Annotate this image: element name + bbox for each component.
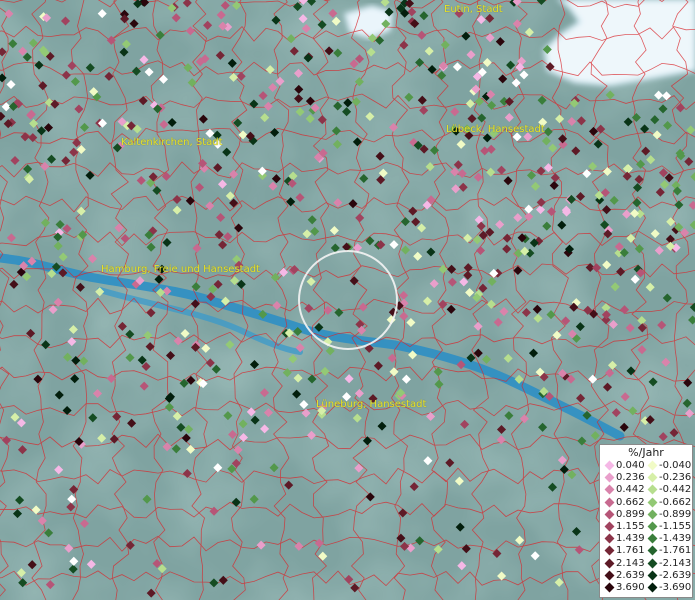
legend-label: 3.690 bbox=[616, 582, 645, 593]
legend-label: -3.690 bbox=[659, 582, 692, 593]
legend-label: 1.439 bbox=[616, 533, 645, 545]
legend-label: -1.155 bbox=[659, 521, 692, 532]
selection-ring[interactable] bbox=[298, 250, 398, 350]
legend-swatch bbox=[647, 497, 658, 508]
city-label-kaltenkirchen: Kaltenkirchen, Stadt bbox=[121, 137, 223, 148]
legend-label: -0.236 bbox=[659, 472, 692, 484]
legend-label: 2.143 bbox=[616, 557, 645, 569]
legend-swatch bbox=[647, 509, 658, 520]
legend-swatch bbox=[604, 545, 615, 556]
map-canvas[interactable]: Eutin, Stadt Kaltenkirchen, Stadt Lübeck… bbox=[0, 0, 695, 600]
legend-swatch bbox=[647, 533, 658, 544]
city-label-luebeck: Lübeck, Hansestadt bbox=[446, 124, 545, 135]
legend-swatch bbox=[604, 533, 615, 544]
legend-label: 2.639 bbox=[616, 569, 645, 581]
legend-swatch bbox=[604, 570, 615, 581]
legend-swatch bbox=[604, 582, 615, 593]
legend-swatch bbox=[647, 521, 658, 532]
legend-label: -1.761 bbox=[659, 545, 692, 557]
legend-label: 0.236 bbox=[616, 472, 645, 484]
legend-label: -2.143 bbox=[659, 557, 692, 569]
legend-label: -0.899 bbox=[659, 508, 692, 520]
legend-label: -0.442 bbox=[659, 484, 692, 496]
overlay-layer bbox=[298, 250, 398, 350]
legend-label: 0.040 bbox=[616, 460, 645, 471]
legend-swatch bbox=[604, 460, 615, 471]
legend-title: %/Jahr bbox=[628, 446, 664, 459]
legend: %/Jahr 0.040 0.236 0.442 0.662 0.899 1.155 1.4… bbox=[599, 444, 693, 598]
legend-swatch bbox=[604, 558, 615, 569]
legend-swatch bbox=[647, 582, 658, 593]
legend-swatch bbox=[647, 472, 658, 483]
legend-swatch bbox=[647, 570, 658, 581]
legend-swatch bbox=[647, 545, 658, 556]
legend-swatch bbox=[604, 472, 615, 483]
city-label-eutin: Eutin, Stadt bbox=[444, 4, 503, 15]
city-label-hamburg: Hamburg, Freie und Hansestadt bbox=[101, 264, 260, 275]
city-label-lueneburg: Lüneburg, Hansestadt bbox=[316, 399, 427, 410]
legend-label: -0.040 bbox=[659, 460, 692, 471]
legend-label: 0.662 bbox=[616, 496, 645, 508]
legend-swatch bbox=[647, 484, 658, 495]
legend-swatch bbox=[604, 509, 615, 520]
legend-swatch bbox=[604, 497, 615, 508]
legend-label: -1.439 bbox=[659, 533, 692, 545]
legend-swatch bbox=[604, 521, 615, 532]
legend-label: 0.442 bbox=[616, 484, 645, 496]
legend-swatch bbox=[604, 484, 615, 495]
legend-swatch bbox=[647, 558, 658, 569]
legend-label: 1.155 bbox=[616, 521, 645, 532]
legend-swatch bbox=[647, 460, 658, 471]
legend-label: 0.899 bbox=[616, 508, 645, 520]
legend-label: -0.662 bbox=[659, 496, 692, 508]
legend-label: 1.761 bbox=[616, 545, 645, 557]
legend-label: -2.639 bbox=[659, 569, 692, 581]
